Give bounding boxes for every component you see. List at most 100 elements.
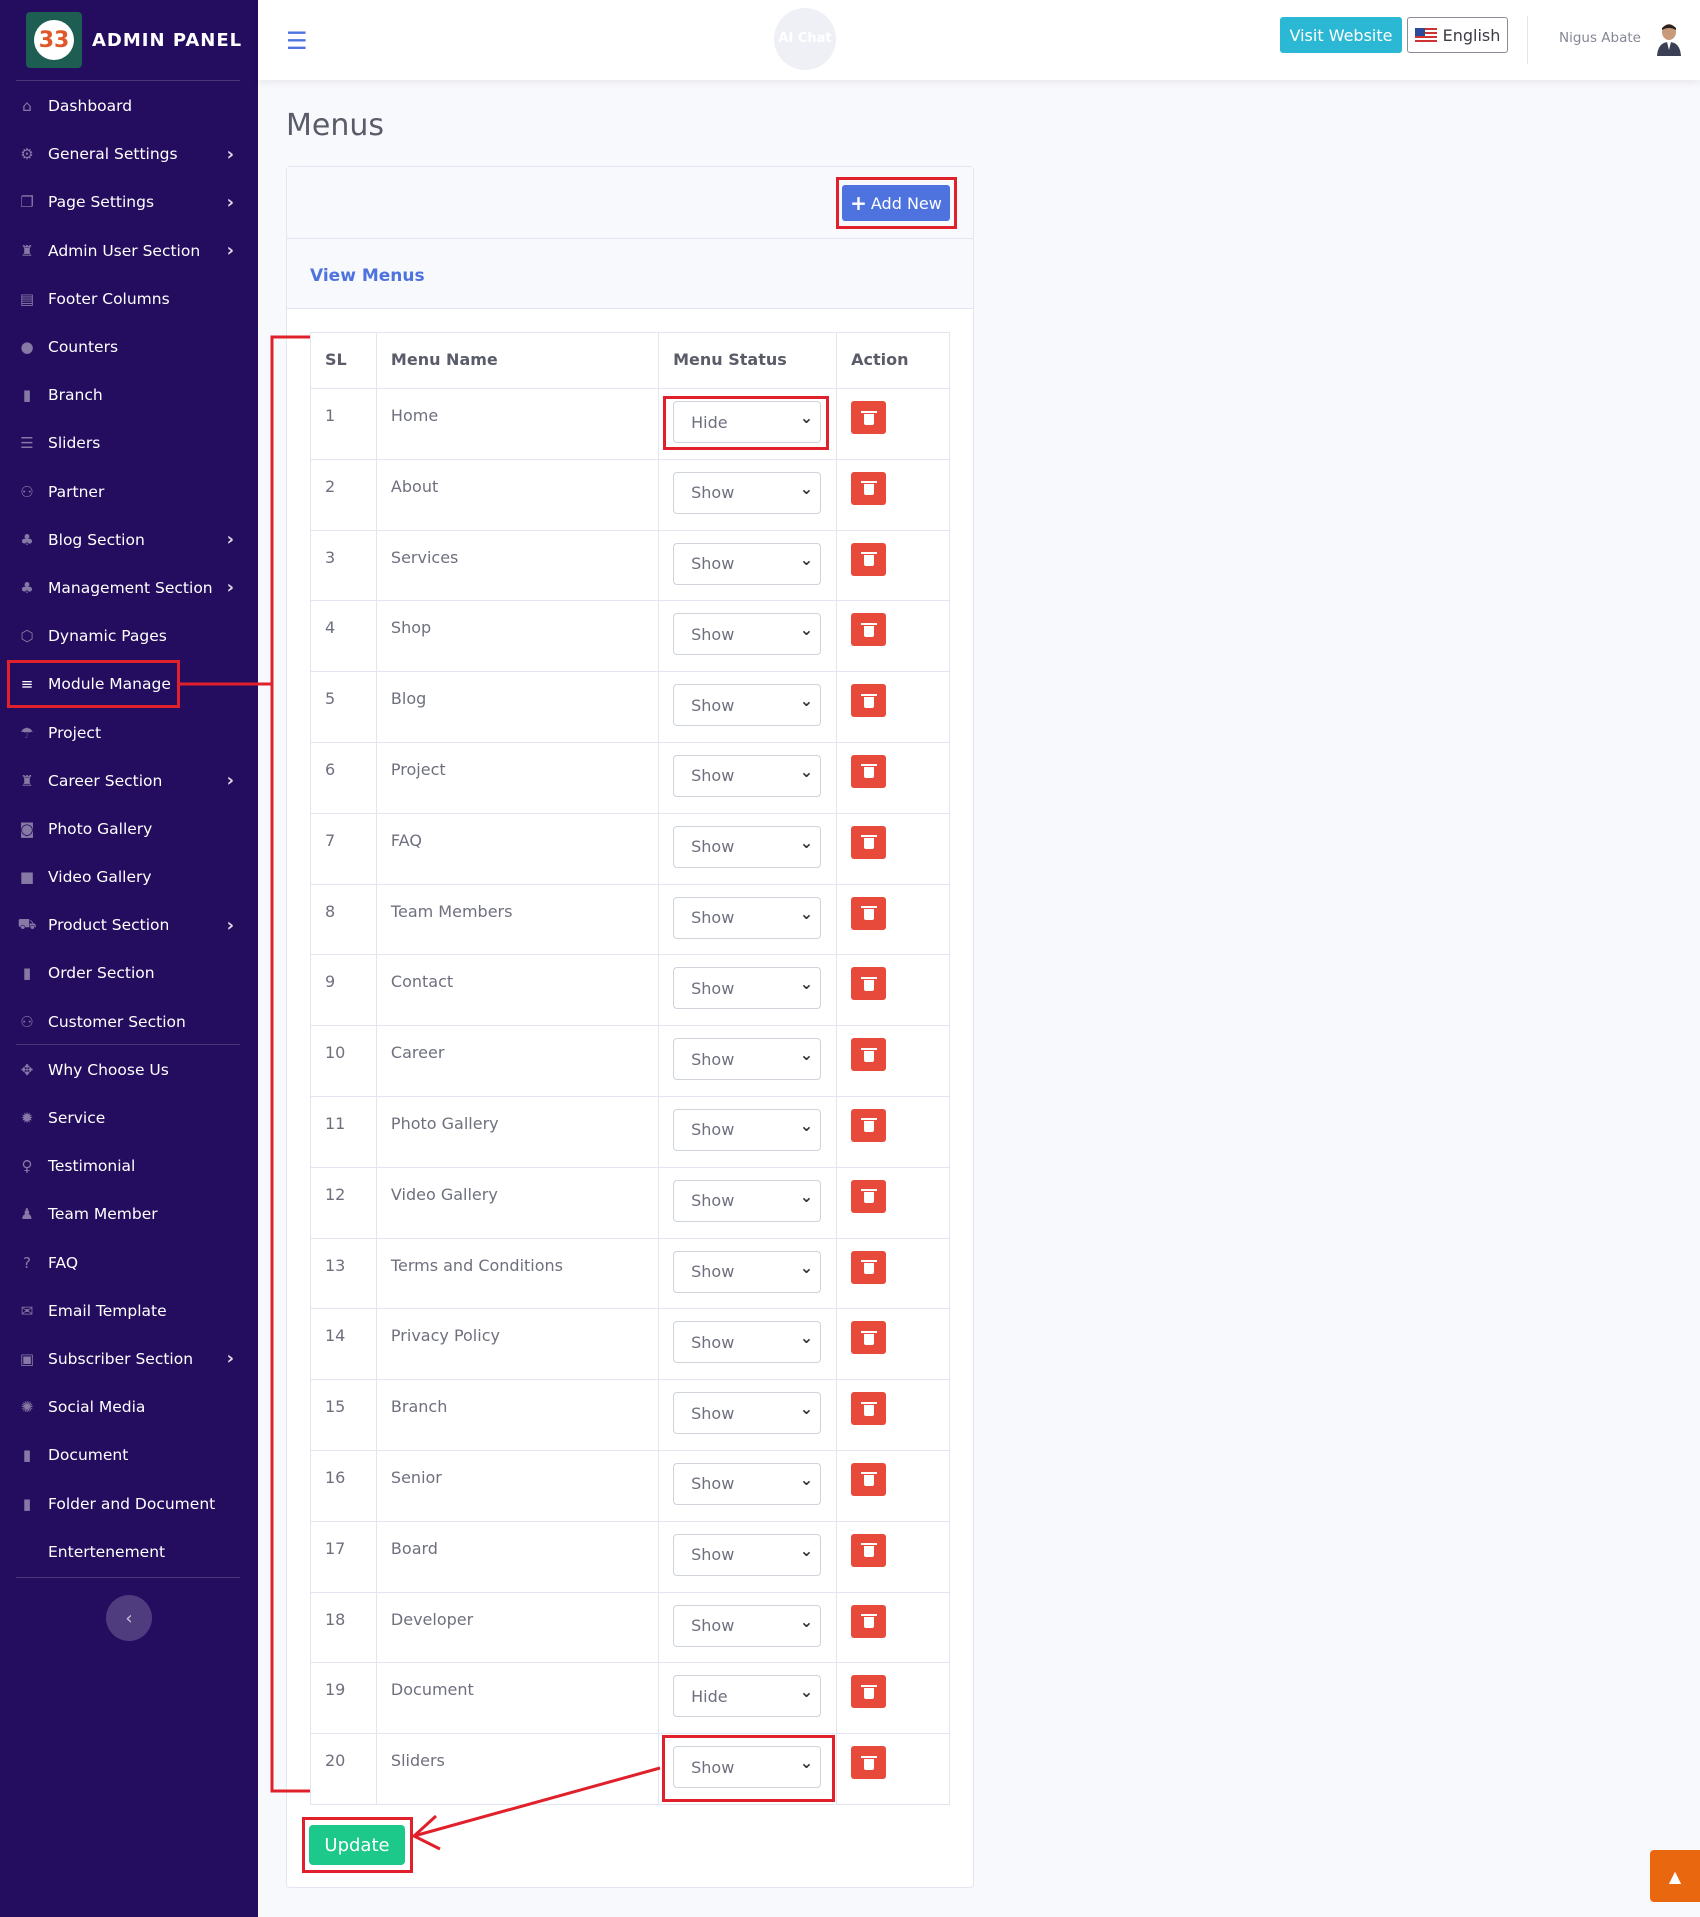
menu-status-select[interactable]: Show [673,754,822,797]
visit-website-button[interactable]: Visit Website [1280,17,1402,53]
sidebar-item-label: Service [48,1109,106,1128]
sidebar-item-subscriber-section[interactable]: ▣ Subscriber Section › [0,1335,258,1383]
sidebar-item-partner[interactable]: ⚇ Partner [0,468,258,516]
sidebar-item-document[interactable]: ▮ Document [0,1431,258,1479]
delete-button[interactable] [851,1675,887,1709]
row-menu-name: About [375,458,660,531]
menu-status-select[interactable]: Hide [673,1675,822,1718]
delete-button[interactable] [851,613,887,647]
ai-chat-button[interactable]: AI Chat [774,8,836,70]
sidebar-item-faq[interactable]: ? FAQ [0,1239,258,1287]
us-flag-icon [1414,28,1437,42]
delete-button[interactable] [851,1250,887,1284]
sidebar-item-label: Testimonial [48,1157,136,1176]
sidebar-item-general-settings[interactable]: ⚙ General Settings › [0,130,258,178]
menu-status-select[interactable]: Show [673,1462,822,1505]
delete-button[interactable] [851,1462,887,1496]
sidebar-item-branch[interactable]: ▮ Branch [0,371,258,419]
blog-icon: ♣ [20,530,34,549]
delete-button[interactable] [851,1321,887,1355]
menu-status-select[interactable]: Show [673,684,822,727]
delete-button[interactable] [851,1108,887,1142]
table-row: 2 About Show [310,458,950,531]
delete-button[interactable] [851,401,887,434]
sidebar-item-photo-gallery[interactable]: ◙ Photo Gallery [0,805,258,853]
sidebar-item-counters[interactable]: ● Counters [0,323,258,371]
sidebar-item-customer-section[interactable]: ⚇ Customer Section [0,998,258,1046]
sidebar-item-footer-columns[interactable]: ▤ Footer Columns [0,275,258,323]
menu-status-select[interactable]: Show [673,471,822,514]
delete-button[interactable] [851,542,887,576]
row-sl: 7 [310,812,377,885]
delete-button[interactable] [851,1746,887,1780]
sidebar-item-label: Document [48,1446,129,1465]
row-status-cell: Show [658,812,838,885]
sidebar-item-admin-user-section[interactable]: ♜ Admin User Section › [0,227,258,275]
sidebar-item-service[interactable]: ✹ Service [0,1094,258,1142]
chevron-right-icon: › [226,914,234,936]
menu-status-select[interactable]: Show [673,1250,822,1293]
menu-status-select[interactable]: Show [673,825,822,868]
menu-status-select[interactable]: Show [673,1038,822,1081]
umbrella-icon: ☂ [20,723,34,742]
avatar[interactable] [1656,22,1682,56]
row-status-cell: Show [658,741,838,814]
bars-icon[interactable]: ☰ [286,27,308,55]
trash-icon [860,1614,877,1629]
delete-button[interactable] [851,825,887,859]
menu-status-select[interactable]: Show [673,1179,822,1222]
sidebar-toggle-button[interactable]: ‹ [106,1595,152,1641]
update-button[interactable]: Update [309,1825,405,1865]
chevron-right-icon: › [226,143,234,165]
menu-status-select[interactable]: Show [673,1321,822,1364]
sidebar-item-project[interactable]: ☂ Project [0,708,258,756]
menu-status-select[interactable]: Show [673,896,822,939]
sidebar-item-sliders[interactable]: ☰ Sliders [0,419,258,467]
sidebar-item-video-gallery[interactable]: ■ Video Gallery [0,853,258,901]
delete-button[interactable] [851,1392,887,1426]
sidebar-item-why-choose-us[interactable]: ✥ Why Choose Us [0,1046,258,1094]
delete-button[interactable] [851,1179,887,1213]
sidebar-item-dynamic-pages[interactable]: ⬡ Dynamic Pages [0,612,258,660]
language-button[interactable]: English [1407,17,1508,53]
menu-status-select[interactable]: Show [673,1533,822,1576]
sidebar-item-entertenement[interactable]: Entertenement [0,1528,258,1576]
menu-status-select[interactable]: Show [673,1108,822,1151]
delete-button[interactable] [851,896,887,930]
brand[interactable]: 33 ADMIN PANEL [26,11,242,69]
sidebar-item-page-settings[interactable]: ❐ Page Settings › [0,178,258,226]
delete-button[interactable] [851,1533,887,1567]
sidebar-item-career-section[interactable]: ♜ Career Section › [0,757,258,805]
row-menu-name: Career [375,1025,660,1097]
sidebar-item-testimonial[interactable]: ♀ Testimonial [0,1142,258,1190]
row-menu-name: Photo Gallery [375,1095,660,1168]
chevron-right-icon: › [226,577,234,599]
delete-button[interactable] [851,684,887,718]
sidebar-item-blog-section[interactable]: ♣ Blog Section › [0,516,258,564]
delete-button[interactable] [851,471,887,505]
delete-button[interactable] [851,967,887,1001]
delete-button[interactable] [851,754,887,788]
sidebar-item-product-section[interactable]: ⛟ Product Section › [0,901,258,949]
scroll-to-top-button[interactable]: ▲ [1650,1850,1700,1902]
menu-status-select[interactable]: Show [673,542,822,585]
menu-status-select[interactable]: Show [673,1604,822,1647]
arrows-icon: ✥ [20,1060,34,1079]
sidebar-item-social-media[interactable]: ✺ Social Media [0,1383,258,1431]
delete-button[interactable] [851,1604,887,1638]
add-new-button[interactable]: + Add New [842,185,950,221]
sidebar-item-management-section[interactable]: ♣ Management Section › [0,564,258,612]
delete-button[interactable] [851,1038,887,1072]
sidebar-item-team-member[interactable]: ♟ Team Member [0,1190,258,1238]
menu-status-select[interactable]: Show [673,1392,822,1435]
user-name[interactable]: Nigus Abate [1559,30,1641,46]
sidebar-item-order-section[interactable]: ▮ Order Section [0,949,258,997]
sidebar-item-folder-and-document[interactable]: ▮ Folder and Document [0,1479,258,1527]
row-menu-name: Blog [375,671,660,743]
sidebar-item-email-template[interactable]: ✉ Email Template [0,1287,258,1335]
menu-status-select[interactable]: Show [673,967,822,1010]
menu-status-select[interactable]: Show [673,613,822,656]
sidebar-item-dashboard[interactable]: ⌂ Dashboard [0,82,258,130]
chevron-left-icon: ‹ [125,1607,133,1629]
row-menu-name: Senior [375,1449,660,1522]
